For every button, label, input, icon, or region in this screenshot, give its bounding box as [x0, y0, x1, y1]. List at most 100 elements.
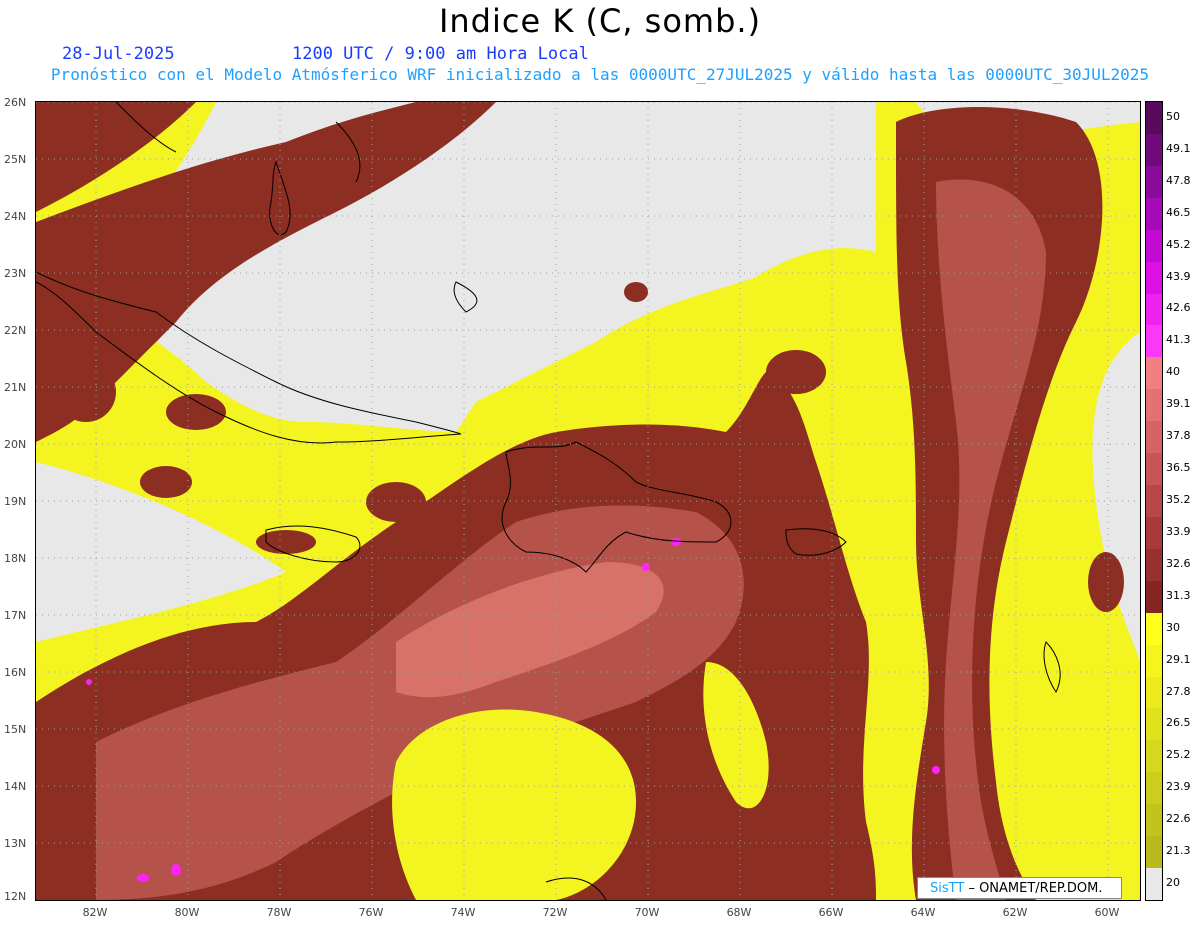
colorbar-segment [1146, 261, 1162, 294]
forecast-date: 28-Jul-2025 [62, 44, 175, 64]
lat-label: 20N [4, 438, 27, 451]
colorbar-segment [1146, 708, 1162, 741]
lat-label: 15N [4, 723, 27, 736]
lon-label: 80W [174, 906, 200, 919]
patch-west-3 [366, 482, 426, 522]
lon-label: 66W [818, 906, 844, 919]
colorbar-segment [1146, 485, 1162, 518]
high-k-spot-4 [137, 874, 149, 882]
lat-label: 26N [4, 96, 27, 109]
lon-label: 62W [1002, 906, 1028, 919]
lon-label: 68W [726, 906, 752, 919]
colorbar-segment [1146, 389, 1162, 422]
high-k-spot-1 [671, 538, 681, 546]
lon-label: 76W [358, 906, 384, 919]
colorbar-label: 47.8 [1166, 173, 1191, 187]
colorbar-label: 42.6 [1166, 301, 1191, 315]
credit-box: SisTT – ONAMET/REP.DOM. [917, 877, 1122, 899]
lat-label: 18N [4, 552, 27, 565]
colorbar-label: 26.5 [1166, 716, 1191, 730]
colorbar-segment [1146, 676, 1162, 709]
colorbar-label: 46.5 [1166, 205, 1191, 219]
colorbar-segment [1146, 516, 1162, 550]
high-k-spot-5 [86, 679, 92, 685]
colorbar-segment [1146, 644, 1162, 678]
colorbar-label: 49.1 [1166, 141, 1191, 155]
colorbar-segment [1146, 453, 1162, 486]
yellow-lobe-south [392, 709, 636, 900]
lat-label: 13N [4, 837, 27, 850]
colorbar-label: 23.9 [1166, 780, 1191, 794]
colorbar-label: 25.2 [1166, 748, 1191, 762]
colorbar-segment [1146, 740, 1162, 773]
lon-label: 74W [450, 906, 476, 919]
colorbar-segment [1146, 868, 1162, 901]
lat-label: 12N [4, 890, 27, 903]
lon-label: 64W [910, 906, 936, 919]
patch-central-2 [624, 282, 648, 302]
colorbar-label: 45.2 [1166, 237, 1191, 251]
colorbar-label: 37.8 [1166, 429, 1191, 443]
map-title: Indice K (C, somb.) [438, 2, 762, 40]
lat-label: 24N [4, 210, 27, 223]
colorbar-label: 40 [1166, 365, 1180, 379]
lon-label: 82W [82, 906, 108, 919]
patch-west-5 [256, 530, 316, 554]
lat-label: 21N [4, 381, 27, 394]
colorbar-label: 36.5 [1166, 461, 1191, 475]
credit-text: – ONAMET/REP.DOM. [968, 881, 1103, 896]
map-frame [35, 101, 1141, 901]
lon-label: 70W [634, 906, 660, 919]
colorbar-label: 41.3 [1166, 333, 1191, 347]
colorbar-segment [1146, 102, 1162, 135]
high-k-spot-2 [642, 563, 650, 571]
colorbar-label: 27.8 [1166, 684, 1191, 698]
sispi-logo: SisTT [930, 881, 965, 896]
colorbar-segment [1146, 357, 1162, 390]
model-description: Pronóstico con el Modelo Atmósferico WRF… [50, 65, 1150, 84]
patch-east-1 [1088, 552, 1124, 612]
colorbar-label: 43.9 [1166, 269, 1191, 283]
colorbar-segment [1146, 548, 1162, 582]
lat-label: 17N [4, 609, 27, 622]
colorbar-label: 20 [1166, 876, 1180, 890]
patch-west-4 [140, 466, 192, 498]
lon-label: 60W [1094, 906, 1120, 919]
high-k-spot-3 [171, 864, 181, 876]
colorbar-label: 21.3 [1166, 844, 1191, 858]
colorbar-segment [1146, 325, 1162, 358]
colorbar-segment [1146, 804, 1162, 837]
lon-label: 78W [266, 906, 292, 919]
colorbar-segment [1146, 165, 1162, 199]
colorbar-segment [1146, 421, 1162, 454]
colorbar-label: 35.2 [1166, 493, 1191, 506]
forecast-time: 1200 UTC / 9:00 am Hora Local [292, 44, 589, 64]
colorbar-label: 29.1 [1166, 652, 1191, 666]
lon-label: 72W [542, 906, 568, 919]
colorbar [1145, 101, 1163, 901]
colorbar-segment [1146, 197, 1162, 231]
k-index-map [36, 102, 1140, 900]
colorbar-label: 30 [1166, 620, 1180, 634]
colorbar-label: 32.6 [1166, 556, 1191, 570]
lat-label: 19N [4, 495, 27, 508]
colorbar-label: 39.1 [1166, 397, 1191, 411]
high-k-spot-6 [932, 766, 940, 774]
lat-label: 22N [4, 324, 27, 337]
colorbar-segment [1146, 772, 1162, 805]
colorbar-segment [1146, 612, 1162, 646]
lat-label: 23N [4, 267, 27, 280]
lat-label: 25N [4, 153, 27, 166]
colorbar-segment [1146, 836, 1162, 869]
colorbar-label: 22.6 [1166, 812, 1191, 826]
colorbar-label: 33.9 [1166, 524, 1191, 538]
colorbar-segment [1146, 133, 1162, 167]
lat-label: 14N [4, 780, 27, 793]
colorbar-segment [1146, 293, 1162, 326]
colorbar-segment [1146, 229, 1162, 263]
lat-label: 16N [4, 666, 27, 679]
colorbar-label: 31.3 [1166, 588, 1191, 602]
patch-west-1 [56, 362, 116, 422]
colorbar-label: 50 [1166, 109, 1180, 123]
colorbar-segment [1146, 580, 1162, 614]
